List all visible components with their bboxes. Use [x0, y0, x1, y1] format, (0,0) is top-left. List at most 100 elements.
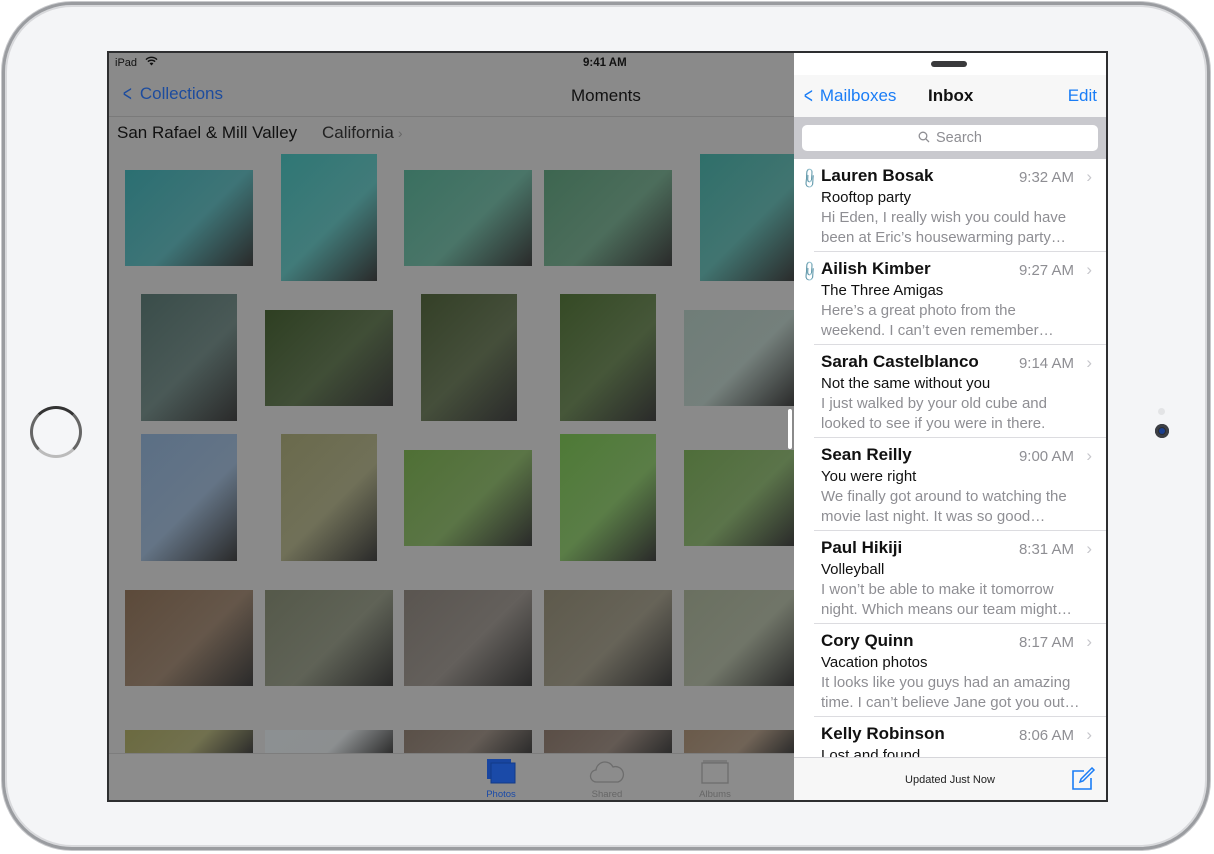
- search-placeholder: Search: [936, 130, 982, 146]
- photo-thumbnail[interactable]: [125, 170, 253, 266]
- message-preview: I won’t be able to make it tomorrow nigh…: [821, 581, 1072, 618]
- photo-thumbnail[interactable]: [281, 154, 377, 281]
- photo-thumbnail[interactable]: [560, 434, 656, 561]
- paperclip-icon: 📎: [798, 166, 822, 190]
- photo-thumbnail[interactable]: [684, 310, 794, 406]
- tab-albums[interactable]: Albums: [685, 758, 745, 800]
- tab-label: Albums: [699, 789, 731, 800]
- light-sensor: [1158, 408, 1165, 415]
- photo-thumbnail[interactable]: [421, 294, 517, 421]
- photos-app: iPad 9:41 AM < Collections Moments San R…: [109, 53, 794, 800]
- wifi-icon: [145, 56, 158, 69]
- message-sender: Paul Hikiji: [821, 538, 903, 557]
- update-status: Updated Just Now: [905, 774, 995, 786]
- photo-thumbnail[interactable]: [404, 170, 532, 266]
- message-sender: Lauren Bosak: [821, 166, 934, 185]
- photo-thumbnail[interactable]: [560, 294, 656, 421]
- photo-thumbnail[interactable]: [265, 730, 393, 755]
- message-time: 8:06 AM: [1018, 727, 1074, 744]
- photo-thumbnail[interactable]: [265, 590, 393, 686]
- chevron-right-icon: ›: [397, 125, 403, 141]
- chevron-left-icon: <: [122, 81, 132, 106]
- message-preview: Here’s a great photo from the weekend. I…: [821, 302, 1054, 339]
- page-title: Moments: [571, 86, 641, 105]
- message-sender: Ailish Kimber: [821, 259, 931, 278]
- message-row[interactable]: 📎 Ailish Kimber 9:27 AM › The Three Amig…: [794, 252, 1106, 345]
- photo-thumbnail[interactable]: [141, 434, 237, 561]
- paperclip-icon: 📎: [798, 259, 822, 283]
- photo-thumbnail[interactable]: [281, 434, 377, 561]
- search-bar: Search: [794, 117, 1106, 159]
- album-icon: [685, 758, 745, 784]
- slide-over-grabber[interactable]: [931, 61, 967, 67]
- collections-back-button[interactable]: < Collections: [121, 81, 224, 106]
- photo-thumbnail[interactable]: [684, 590, 794, 686]
- compose-icon: [1072, 766, 1096, 790]
- photo-thumbnail[interactable]: [141, 294, 237, 421]
- message-subject: The Three Amigas: [821, 282, 944, 299]
- message-subject: Rooftop party: [821, 189, 912, 206]
- photo-thumbnail[interactable]: [404, 590, 532, 686]
- back-label: Mailboxes: [819, 86, 897, 105]
- tab-photos[interactable]: Photos: [471, 758, 531, 800]
- home-button[interactable]: [30, 406, 82, 458]
- message-subject: You were right: [821, 468, 917, 485]
- edit-button[interactable]: Edit: [1068, 86, 1097, 106]
- status-time: 9:41 AM: [583, 57, 627, 69]
- mail-nav-bar: < Mailboxes Inbox Edit: [794, 75, 1106, 117]
- mailboxes-back-button[interactable]: < Mailboxes: [802, 85, 897, 107]
- search-icon: [918, 131, 930, 146]
- message-subject: Volleyball: [821, 561, 885, 578]
- message-preview: It looks like you guys had an amazing ti…: [821, 674, 1080, 711]
- message-time: 9:00 AM: [1018, 448, 1074, 465]
- chevron-right-icon: ›: [1086, 260, 1092, 279]
- back-label: Collections: [139, 84, 224, 103]
- mail-toolbar: Updated Just Now: [794, 757, 1106, 800]
- photo-thumbnail[interactable]: [125, 590, 253, 686]
- message-list: 📎 Lauren Bosak 9:32 AM › Rooftop party H…: [794, 159, 1106, 800]
- inbox-title: Inbox: [928, 86, 974, 105]
- moment-place: San Rafael & Mill Valley: [117, 123, 298, 142]
- cloud-icon: [577, 758, 637, 784]
- message-time: 9:14 AM: [1018, 355, 1074, 372]
- chevron-right-icon: ›: [1086, 632, 1092, 651]
- message-subject: Vacation photos: [821, 654, 928, 671]
- message-preview: I just walked by your old cube and looke…: [821, 395, 1047, 432]
- message-time: 8:17 AM: [1018, 634, 1074, 651]
- mail-slide-over: < Mailboxes Inbox Edit Search 📎 Lauren B…: [794, 53, 1106, 800]
- message-subject: Not the same without you: [821, 375, 991, 392]
- tab-shared[interactable]: Shared: [577, 758, 637, 800]
- moment-region-link[interactable]: California ›: [322, 123, 402, 143]
- front-camera-icon: [1155, 424, 1169, 438]
- compose-button[interactable]: [1070, 766, 1096, 791]
- message-preview: Hi Eden, I really wish you could have be…: [821, 209, 1067, 246]
- photo-thumbnail[interactable]: [700, 154, 794, 281]
- photo-thumbnail[interactable]: [544, 170, 672, 266]
- carrier-label: iPad: [115, 57, 138, 69]
- photo-thumbnail[interactable]: [684, 450, 794, 546]
- message-row[interactable]: Sarah Castelblanco 9:14 AM › Not the sam…: [794, 345, 1106, 438]
- photo-thumbnail[interactable]: [544, 590, 672, 686]
- chevron-right-icon: ›: [1086, 446, 1092, 465]
- photo-thumbnail[interactable]: [265, 310, 393, 406]
- photo-thumbnail[interactable]: [404, 450, 532, 546]
- message-time: 8:31 AM: [1018, 541, 1074, 558]
- message-row[interactable]: Cory Quinn 8:17 AM › Vacation photos It …: [794, 624, 1106, 717]
- search-input[interactable]: Search: [802, 125, 1098, 151]
- photo-thumbnail[interactable]: [544, 730, 672, 755]
- message-row[interactable]: Paul Hikiji 8:31 AM › Volleyball I won’t…: [794, 531, 1106, 624]
- photos-nav-bar: < Collections Moments: [109, 75, 794, 117]
- chevron-right-icon: ›: [1086, 725, 1092, 744]
- message-row[interactable]: 📎 Lauren Bosak 9:32 AM › Rooftop party H…: [794, 159, 1106, 252]
- message-sender: Sarah Castelblanco: [821, 352, 979, 371]
- message-row[interactable]: Sean Reilly 9:00 AM › You were right We …: [794, 438, 1106, 531]
- photo-thumbnail[interactable]: [125, 730, 253, 755]
- status-bar: iPad 9:41 AM: [109, 53, 794, 75]
- photo-thumbnail[interactable]: [404, 730, 532, 755]
- photo-thumbnail[interactable]: [684, 730, 794, 755]
- message-sender: Sean Reilly: [821, 445, 912, 464]
- message-sender: Cory Quinn: [821, 631, 914, 650]
- chevron-right-icon: ›: [1086, 353, 1092, 372]
- split-view-drag-handle[interactable]: [788, 409, 792, 449]
- screen: iPad 9:41 AM < Collections Moments San R…: [107, 51, 1108, 802]
